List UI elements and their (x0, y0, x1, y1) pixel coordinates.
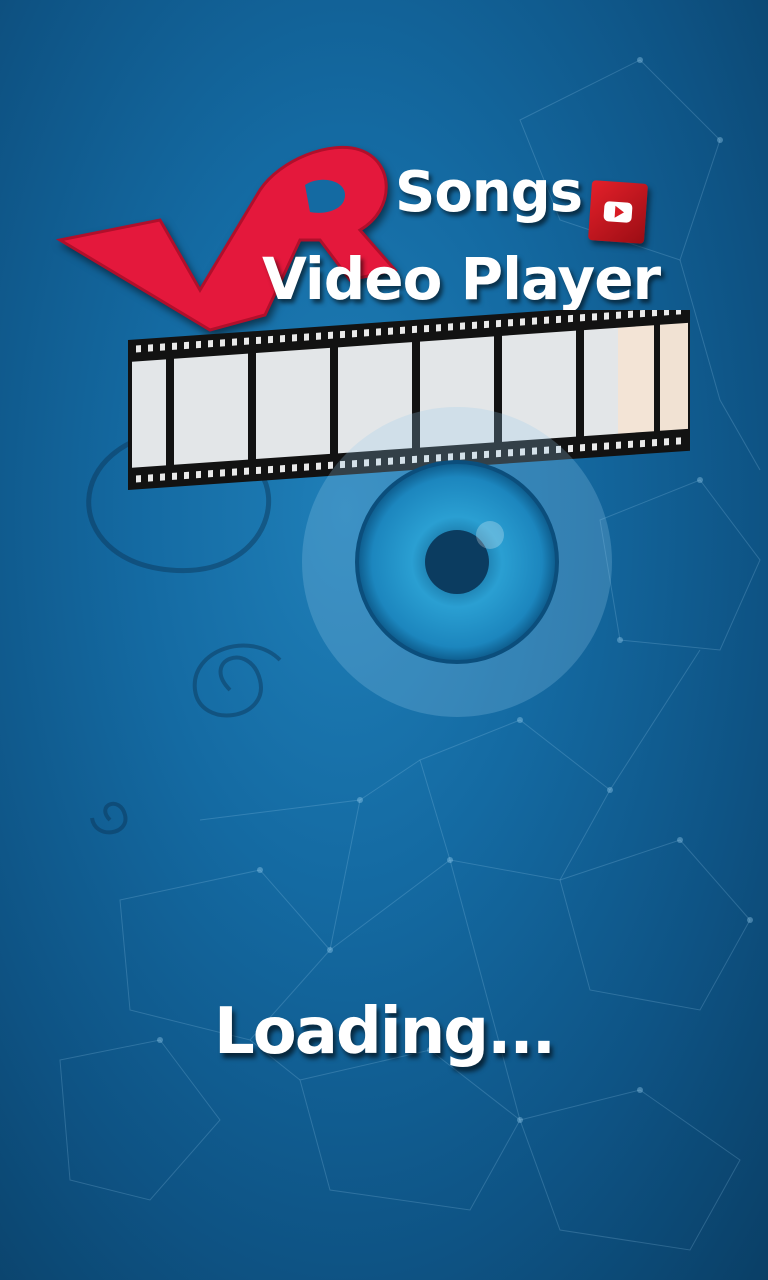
logo-title-songs: Songs (395, 160, 583, 225)
eye-graphic (302, 407, 612, 717)
play-icon (587, 180, 649, 244)
logo-title-video-player: Video Player (262, 245, 661, 313)
loading-status-text: Loading... (214, 995, 556, 1069)
